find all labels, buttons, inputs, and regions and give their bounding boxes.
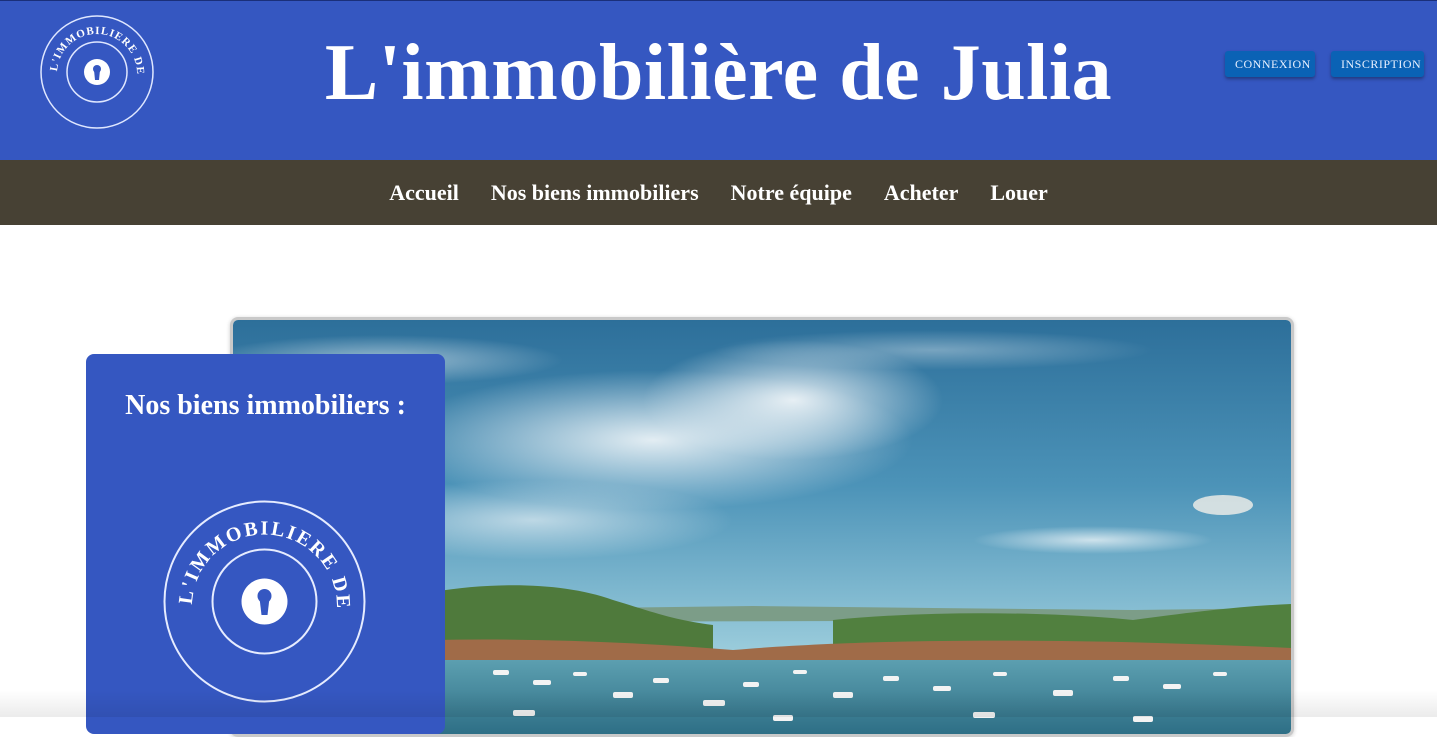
main-nav: Accueil Nos biens immobiliers Notre équi…	[0, 160, 1437, 225]
site-title: L'immobilière de Julia	[324, 29, 1113, 117]
nav-item-acheter[interactable]: Acheter	[884, 180, 959, 206]
nav-item-notre-equipe[interactable]: Notre équipe	[731, 180, 852, 206]
login-button[interactable]: CONNEXION	[1225, 51, 1315, 77]
properties-card[interactable]: Nos biens immobiliers : L'IMMOBILIERE DE…	[86, 354, 445, 734]
nav-item-nos-biens[interactable]: Nos biens immobiliers	[491, 180, 699, 206]
site-header: L'IMMOBILIERE DE JULIA L'immobilière de …	[0, 0, 1437, 160]
nav-item-accueil[interactable]: Accueil	[389, 180, 459, 206]
register-button[interactable]: INSCRIPTION	[1331, 51, 1424, 77]
keyhole-icon	[241, 578, 288, 625]
properties-card-title: Nos biens immobiliers :	[125, 390, 406, 421]
nav-item-louer[interactable]: Louer	[990, 180, 1047, 206]
agency-logo: L'IMMOBILIERE DE JULIA	[162, 499, 366, 703]
